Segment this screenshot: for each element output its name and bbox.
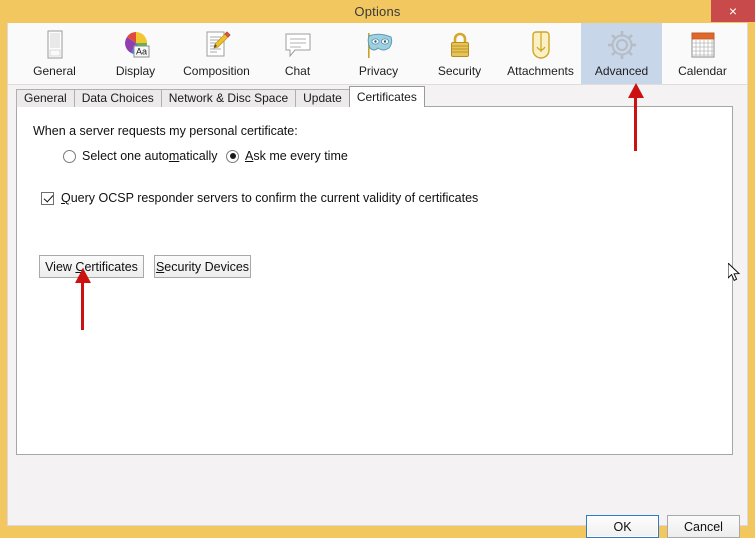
toolbar-item-label: Privacy [358,64,399,78]
toolbar-item-security[interactable]: Security [419,23,500,84]
toolbar-item-calendar[interactable]: Calendar [662,23,743,84]
svg-text:Aa: Aa [135,47,146,57]
radio-indicator[interactable] [63,149,76,163]
arrow-pointing-to-view-certificates-button [72,268,94,335]
padlock-icon [442,27,478,63]
personal-certificate-prompt: When a server requests my personal certi… [33,124,298,138]
radio-ask-me-every-time[interactable]: Ask me every time [226,149,348,163]
button-label: Security Devices [155,259,250,274]
arrow-pointing-to-advanced-tab [625,83,647,156]
chat-icon [280,27,316,63]
advanced-tab-strip: General Data Choices Network & Disc Spac… [16,86,425,107]
toolbar-item-chat[interactable]: Chat [257,23,338,84]
toolbar-item-composition[interactable]: Composition [176,23,257,84]
radio-select-one-automatically[interactable]: Select one automatically [63,149,218,163]
tab-data-choices[interactable]: Data Choices [73,89,162,107]
tab-certificates[interactable]: Certificates [348,86,425,107]
toolbar-item-attachments[interactable]: Attachments [500,23,581,84]
toolbar-item-label: General [33,64,76,78]
ok-button[interactable]: OK [586,515,659,538]
options-window: Options × General Aa Display Composition… [0,0,755,538]
general-icon [37,27,73,63]
toolbar-item-label: Display [115,64,156,78]
security-devices-button[interactable]: Security Devices [154,255,251,278]
radio-indicator[interactable] [226,149,239,163]
window-title: Options [354,4,401,19]
toolbar-item-display[interactable]: Aa Display [95,23,176,84]
tab-update[interactable]: Update [295,89,350,107]
toolbar-item-general[interactable]: General [14,23,95,84]
radio-label: Select one automatically [82,149,218,163]
checkbox-indicator[interactable] [41,191,54,205]
toolbar-item-label: Attachments [507,64,574,78]
composition-icon [199,27,235,63]
certificates-tab-panel: When a server requests my personal certi… [16,106,733,455]
radio-label: Ask me every time [245,149,348,163]
display-icon: Aa [118,27,154,63]
toolbar-item-label: Security [437,64,482,78]
title-bar: Options × [0,0,755,23]
options-category-toolbar: General Aa Display Composition Chat Priv… [8,23,747,85]
toolbar-item-label: Advanced [594,64,649,78]
button-label: OK [613,519,632,534]
tab-general[interactable]: General [16,89,75,107]
cancel-button[interactable]: Cancel [667,515,740,538]
privacy-mask-icon [361,27,397,63]
mouse-pointer [727,261,742,288]
tab-network-and-disc-space[interactable]: Network & Disc Space [160,89,297,107]
checkbox-label: Query OCSP responder servers to confirm … [61,191,479,205]
checkbox-query-ocsp-responder[interactable]: Query OCSP responder servers to confirm … [41,191,478,205]
gear-icon [604,27,640,63]
toolbar-item-label: Composition [183,64,250,78]
close-icon[interactable]: × [711,0,755,22]
button-label: Cancel [684,519,723,534]
toolbar-item-label: Chat [284,64,311,78]
calendar-icon [685,27,721,63]
toolbar-item-advanced[interactable]: Advanced [581,23,662,84]
paperclip-icon [523,27,559,63]
toolbar-item-label: Calendar [678,64,727,78]
toolbar-item-privacy[interactable]: Privacy [338,23,419,84]
